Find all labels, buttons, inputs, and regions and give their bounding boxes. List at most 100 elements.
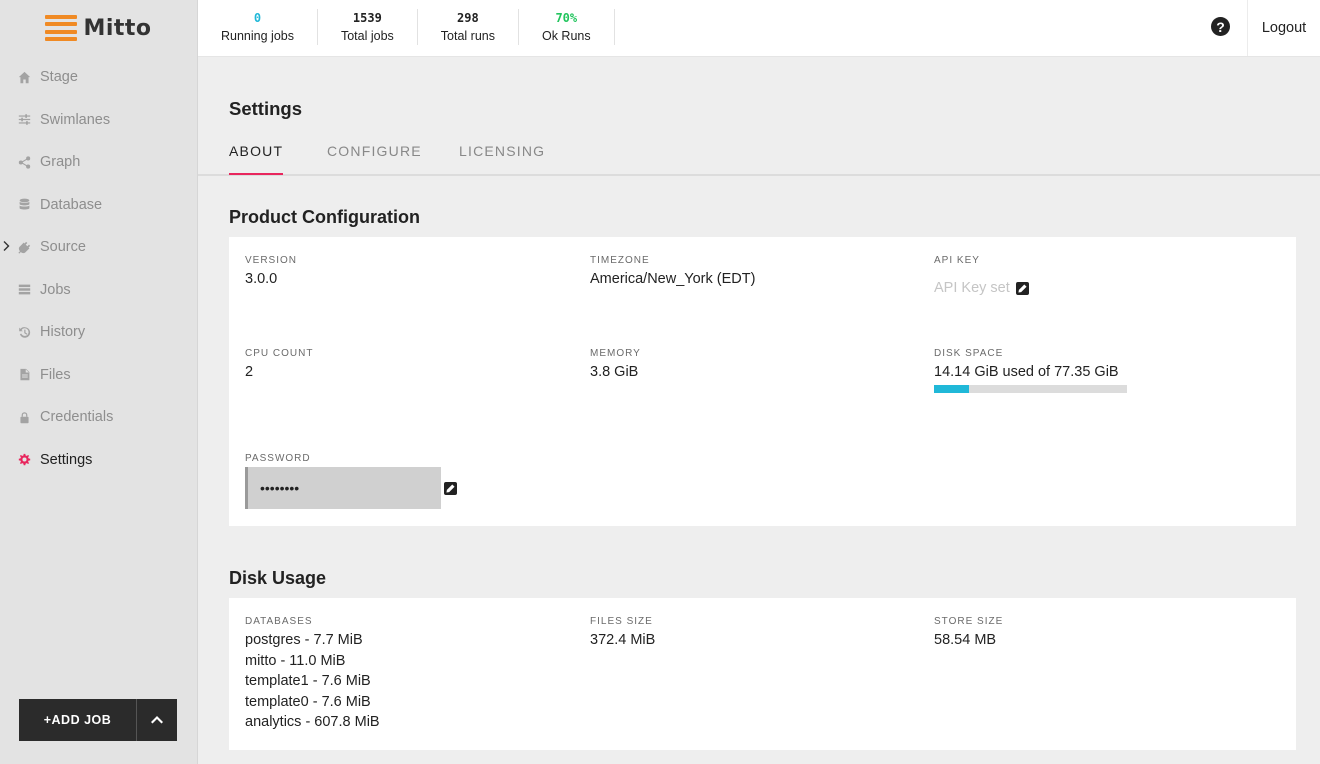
lock-icon xyxy=(17,410,31,424)
sidebar-item-graph[interactable]: Graph xyxy=(0,141,197,184)
edit-api-key-icon[interactable] xyxy=(1015,281,1029,295)
field-label: CPU COUNT xyxy=(245,348,314,359)
section-title-product-configuration: Product Configuration xyxy=(229,207,420,227)
top-bar: 0 Running jobs 1539 Total jobs 298 Total… xyxy=(198,0,1320,57)
edit-password-icon[interactable] xyxy=(444,481,457,495)
files-size-value: 372.4 MiB xyxy=(590,632,656,648)
sidebar-item-label: Swimlanes xyxy=(40,111,111,128)
sidebar-item-label: Stage xyxy=(40,69,78,86)
stat-value: 70% xyxy=(555,11,578,25)
database-size-item: template0 - 7.6 MiB xyxy=(245,693,371,710)
logout-button[interactable]: Logout xyxy=(1247,0,1320,56)
field-disk-space: DISK SPACE 14.14 GiB used of 77.35 GiB xyxy=(934,348,1127,393)
sidebar-item-label: History xyxy=(40,324,86,341)
stat-ok-runs[interactable]: 70% Ok Runs xyxy=(519,9,615,45)
field-cpu-count: CPU COUNT 2 xyxy=(245,348,313,383)
cpu-count-value: 2 xyxy=(245,364,254,380)
sidebar-item-label: Database xyxy=(40,196,103,213)
page-title: Settings xyxy=(229,98,302,119)
password-row: •••••••• xyxy=(245,467,457,509)
stat-label: Running jobs xyxy=(221,29,294,43)
database-size-item: analytics - 607.8 MiB xyxy=(245,714,380,730)
sidebar-item-label: Graph xyxy=(40,154,81,171)
tab-about[interactable]: ABOUT xyxy=(229,143,284,175)
field-label: DATABASES xyxy=(245,616,313,627)
chevron-up-icon xyxy=(151,716,163,724)
field-password: PASSWORD •••••••• xyxy=(245,453,457,509)
history-icon xyxy=(17,325,31,339)
field-api-key: API KEY API Key set xyxy=(934,255,1029,299)
sidebar-item-settings[interactable]: Settings xyxy=(0,439,197,482)
sidebar-item-swimlanes[interactable]: Swimlanes xyxy=(0,99,197,142)
section-title-disk-usage: Disk Usage xyxy=(229,568,327,588)
disk-space-progress-bar xyxy=(934,384,1127,393)
plug-icon xyxy=(17,240,31,254)
version-value: 3.0.0 xyxy=(245,271,278,287)
sidebar-item-label: Jobs xyxy=(40,281,71,298)
api-key-value: API Key set xyxy=(934,280,1010,296)
sidebar: Mitto Stage Swimlanes Graph Database Sou… xyxy=(0,0,198,764)
stat-total-jobs[interactable]: 1539 Total jobs xyxy=(318,9,418,45)
sidebar-item-stage[interactable]: Stage xyxy=(0,56,197,99)
main-content: Settings ABOUT CONFIGURE LICENSING Produ… xyxy=(198,57,1320,764)
stat-label: Ok Runs xyxy=(541,29,591,43)
database-size-item: template1 - 7.6 MiB xyxy=(245,673,371,689)
tab-licensing[interactable]: LICENSING xyxy=(459,143,545,172)
sidebar-item-history[interactable]: History xyxy=(0,311,197,354)
stat-value: 298 xyxy=(457,11,479,25)
sidebar-item-label: Settings xyxy=(40,451,93,468)
add-job-button[interactable]: +ADD JOB xyxy=(19,699,137,741)
memory-value: 3.8 GiB xyxy=(590,364,639,380)
home-icon xyxy=(17,70,31,84)
field-databases: DATABASES postgres - 7.7 MiB mitto - 11.… xyxy=(245,616,380,733)
store-size-value: 58.54 MB xyxy=(934,632,997,648)
field-store-size: STORE SIZE 58.54 MB xyxy=(934,616,1003,651)
field-label: TIMEZONE xyxy=(590,255,650,266)
disk-usage-card: DATABASES postgres - 7.7 MiB mitto - 11.… xyxy=(229,598,1296,750)
sidebar-item-source[interactable]: Source xyxy=(0,226,197,269)
field-memory: MEMORY 3.8 GiB xyxy=(590,348,641,383)
help-icon[interactable]: ? xyxy=(1211,17,1230,36)
database-icon xyxy=(17,198,31,212)
brand-logo[interactable]: Mitto xyxy=(0,0,197,56)
password-field[interactable]: •••••••• xyxy=(245,467,441,509)
database-size-item: mitto - 11.0 MiB xyxy=(245,652,346,669)
field-label: VERSION xyxy=(245,255,298,266)
disk-space-progress-fill xyxy=(934,384,970,393)
stat-label: Total runs xyxy=(440,29,495,43)
mitto-logo-icon xyxy=(45,15,78,41)
chevron-right-icon[interactable] xyxy=(3,240,11,252)
sidebar-item-database[interactable]: Database xyxy=(0,184,197,227)
gear-icon xyxy=(17,453,31,467)
field-label: API KEY xyxy=(934,255,980,266)
file-icon xyxy=(17,368,31,382)
stat-total-runs[interactable]: 298 Total runs xyxy=(418,9,519,45)
sidebar-item-credentials[interactable]: Credentials xyxy=(0,396,197,439)
disk-space-value: 14.14 GiB used of 77.35 GiB xyxy=(934,364,1119,380)
field-files-size: FILES SIZE 372.4 MiB xyxy=(590,616,655,651)
field-label: MEMORY xyxy=(590,348,641,359)
sidebar-nav: Stage Swimlanes Graph Database Source Jo… xyxy=(0,56,197,481)
sliders-icon xyxy=(17,113,31,127)
stat-running-jobs[interactable]: 0 Running jobs xyxy=(198,9,318,45)
field-timezone: TIMEZONE America/New_York (EDT) xyxy=(590,255,755,290)
field-label: FILES SIZE xyxy=(590,616,653,627)
brand-name: Mitto xyxy=(83,15,152,41)
product-configuration-card: VERSION 3.0.0 TIMEZONE America/New_York … xyxy=(229,237,1296,526)
add-job-menu-toggle[interactable] xyxy=(137,699,177,741)
sidebar-item-label: Source xyxy=(40,239,86,256)
stat-label: Total jobs xyxy=(340,29,394,43)
add-job-group: +ADD JOB xyxy=(19,699,177,741)
tab-configure[interactable]: CONFIGURE xyxy=(327,143,422,172)
share-icon xyxy=(17,155,31,169)
settings-tabs: ABOUT CONFIGURE LICENSING xyxy=(198,133,1320,176)
sidebar-item-label: Credentials xyxy=(40,409,114,426)
stat-value: 1539 xyxy=(352,11,382,25)
database-size-item: postgres - 7.7 MiB xyxy=(245,632,363,648)
field-version: VERSION 3.0.0 xyxy=(245,255,297,290)
sidebar-item-jobs[interactable]: Jobs xyxy=(0,269,197,312)
api-key-row: API Key set xyxy=(934,278,1029,299)
sidebar-item-files[interactable]: Files xyxy=(0,354,197,397)
list-icon xyxy=(17,283,31,297)
field-label: DISK SPACE xyxy=(934,348,1004,359)
